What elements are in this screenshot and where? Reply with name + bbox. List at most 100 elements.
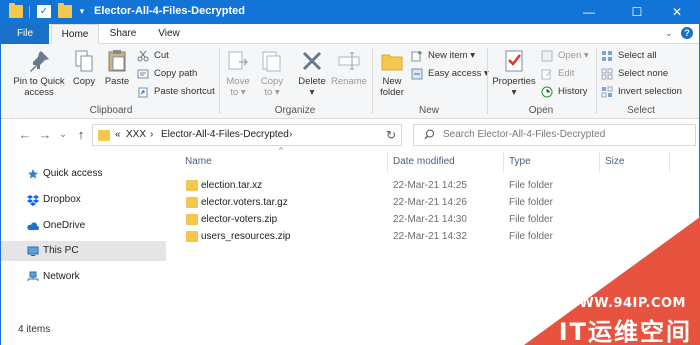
history-icon	[541, 86, 553, 98]
column-divider[interactable]	[599, 152, 600, 172]
collapse-ribbon-icon[interactable]: ⌄	[665, 28, 673, 38]
breadcrumb-separator-icon[interactable]: ›	[150, 129, 153, 140]
select-none-label: Select none	[618, 68, 669, 79]
move-to-label-2: to ▾	[223, 87, 253, 98]
search-icon	[424, 129, 435, 143]
edit-button[interactable]: Edit	[541, 66, 574, 82]
nav-item-dropbox[interactable]: Dropbox	[1, 190, 166, 210]
refresh-icon[interactable]: ↻	[386, 128, 396, 142]
properties-label: Properties	[492, 76, 536, 87]
file-type: File folder	[509, 197, 553, 208]
new-folder-button[interactable]: New folder	[375, 48, 409, 98]
up-button[interactable]: ↑	[73, 127, 89, 142]
address-bar[interactable]: « XXX › Elector-All-4-Files-Decrypted › …	[92, 124, 402, 146]
ribbon-separator	[219, 48, 220, 114]
move-to-icon	[225, 48, 251, 74]
caret-icon: ▾	[240, 87, 246, 98]
copy-path-label: Copy path	[154, 68, 198, 79]
paste-icon	[104, 48, 130, 74]
copy-path-button[interactable]: Copy path	[137, 66, 197, 82]
copy-path-icon	[137, 68, 149, 80]
cut-button[interactable]: Cut	[137, 48, 169, 64]
invert-selection-label: Invert selection	[618, 86, 682, 97]
maximize-button[interactable]: ☐	[615, 0, 659, 24]
nav-item-this-pc[interactable]: This PC	[1, 241, 166, 261]
back-button[interactable]: ←	[17, 127, 33, 142]
invert-selection-button[interactable]: Invert selection	[601, 84, 682, 100]
ribbon-separator	[487, 48, 488, 114]
customize-toolbar-icon[interactable]: ▾	[75, 5, 89, 18]
help-icon[interactable]: ?	[681, 27, 693, 39]
window-title: Elector-All-4-Files-Decrypted	[94, 5, 245, 17]
properties-icon	[501, 48, 527, 74]
select-all-icon	[601, 50, 613, 62]
column-divider[interactable]	[669, 152, 670, 172]
new-folder-quick-icon[interactable]	[58, 3, 72, 18]
column-header-size[interactable]: Size	[605, 156, 624, 167]
group-label-clipboard: Clipboard	[89, 105, 133, 116]
group-label-open: Open	[528, 105, 554, 116]
file-row[interactable]: elector.voters.tar.gz 22-Mar-21 14:26 Fi…	[179, 194, 699, 211]
move-to-button[interactable]: Move to ▾	[223, 48, 253, 98]
tab-file[interactable]: File	[1, 24, 49, 44]
column-header-type[interactable]: Type	[509, 156, 531, 167]
copy-button[interactable]: Copy	[69, 48, 99, 87]
copy-icon	[71, 48, 97, 74]
select-all-label: Select all	[618, 50, 657, 61]
paste-button[interactable]: Paste	[102, 48, 132, 87]
column-header-name[interactable]: Name	[185, 156, 212, 167]
new-item-button[interactable]: New item ▾	[411, 48, 475, 64]
ribbon-tabs: File Home Share View ⌄ ?	[1, 24, 699, 44]
breadcrumb-xxx[interactable]: XXX	[126, 129, 146, 140]
nav-item-network[interactable]: Network	[1, 267, 166, 287]
forward-button[interactable]: →	[37, 127, 53, 142]
tab-view[interactable]: View	[149, 24, 189, 44]
nav-label: OneDrive	[43, 220, 86, 231]
caret-icon: ▾	[511, 87, 517, 98]
copy-to-button[interactable]: Copy to ▾	[257, 48, 287, 98]
select-all-button[interactable]: Select all	[601, 48, 657, 64]
column-divider[interactable]	[503, 152, 504, 172]
column-divider[interactable]	[387, 152, 388, 172]
copy-to-icon	[259, 48, 285, 74]
select-none-button[interactable]: Select none	[601, 66, 668, 82]
paste-shortcut-button[interactable]: Paste shortcut	[137, 84, 215, 100]
breadcrumb-separator-icon[interactable]: ›	[289, 129, 292, 140]
rename-button[interactable]: Rename	[331, 48, 367, 87]
new-item-label: New item	[428, 50, 468, 61]
move-to-label-1: Move	[226, 76, 250, 87]
open-label: Open	[558, 50, 582, 61]
minimize-button[interactable]: —	[567, 0, 611, 24]
properties-check-icon[interactable]: ✓	[37, 5, 51, 18]
breadcrumb-current[interactable]: Elector-All-4-Files-Decrypted	[161, 129, 289, 140]
history-button[interactable]: History	[541, 84, 588, 100]
file-name: users_resources.zip	[201, 231, 291, 242]
folder-icon	[98, 130, 110, 141]
tab-home[interactable]: Home	[51, 24, 99, 44]
watermark-name: IT运维空间	[558, 318, 692, 345]
file-row[interactable]: election.tar.xz 22-Mar-21 14:25 File fol…	[179, 177, 699, 194]
caret-icon: ▾	[583, 50, 589, 61]
rename-label: Rename	[331, 76, 367, 87]
delete-button[interactable]: Delete ▾	[295, 48, 329, 98]
breadcrumb-overflow[interactable]: «	[115, 129, 121, 140]
open-button[interactable]: Open ▾	[541, 48, 589, 64]
nav-item-onedrive[interactable]: OneDrive	[1, 216, 166, 236]
pin-to-quick-access-button[interactable]: Pin to Quick access	[9, 48, 69, 98]
file-date: 22-Mar-21 14:32	[393, 231, 467, 242]
group-label-new: New	[418, 105, 439, 116]
search-input[interactable]: Search Elector-All-4-Files-Decrypted	[443, 129, 605, 140]
recent-locations-button[interactable]: ⌄	[55, 129, 71, 140]
tab-share[interactable]: Share	[101, 24, 145, 44]
title-bar[interactable]: ✓ ▾ Elector-All-4-Files-Decrypted — ☐ ✕	[1, 0, 699, 24]
easy-access-button[interactable]: Easy access ▾	[411, 66, 489, 82]
column-header-date[interactable]: Date modified	[393, 156, 455, 167]
edit-label: Edit	[558, 68, 575, 79]
close-button[interactable]: ✕	[655, 0, 699, 24]
search-box[interactable]: Search Elector-All-4-Files-Decrypted	[413, 124, 696, 146]
nav-label: Quick access	[43, 168, 103, 179]
ribbon-separator	[596, 48, 597, 114]
file-name: election.tar.xz	[201, 180, 263, 191]
nav-item-quick-access[interactable]: Quick access	[1, 164, 166, 184]
properties-button[interactable]: Properties ▾	[491, 48, 537, 98]
